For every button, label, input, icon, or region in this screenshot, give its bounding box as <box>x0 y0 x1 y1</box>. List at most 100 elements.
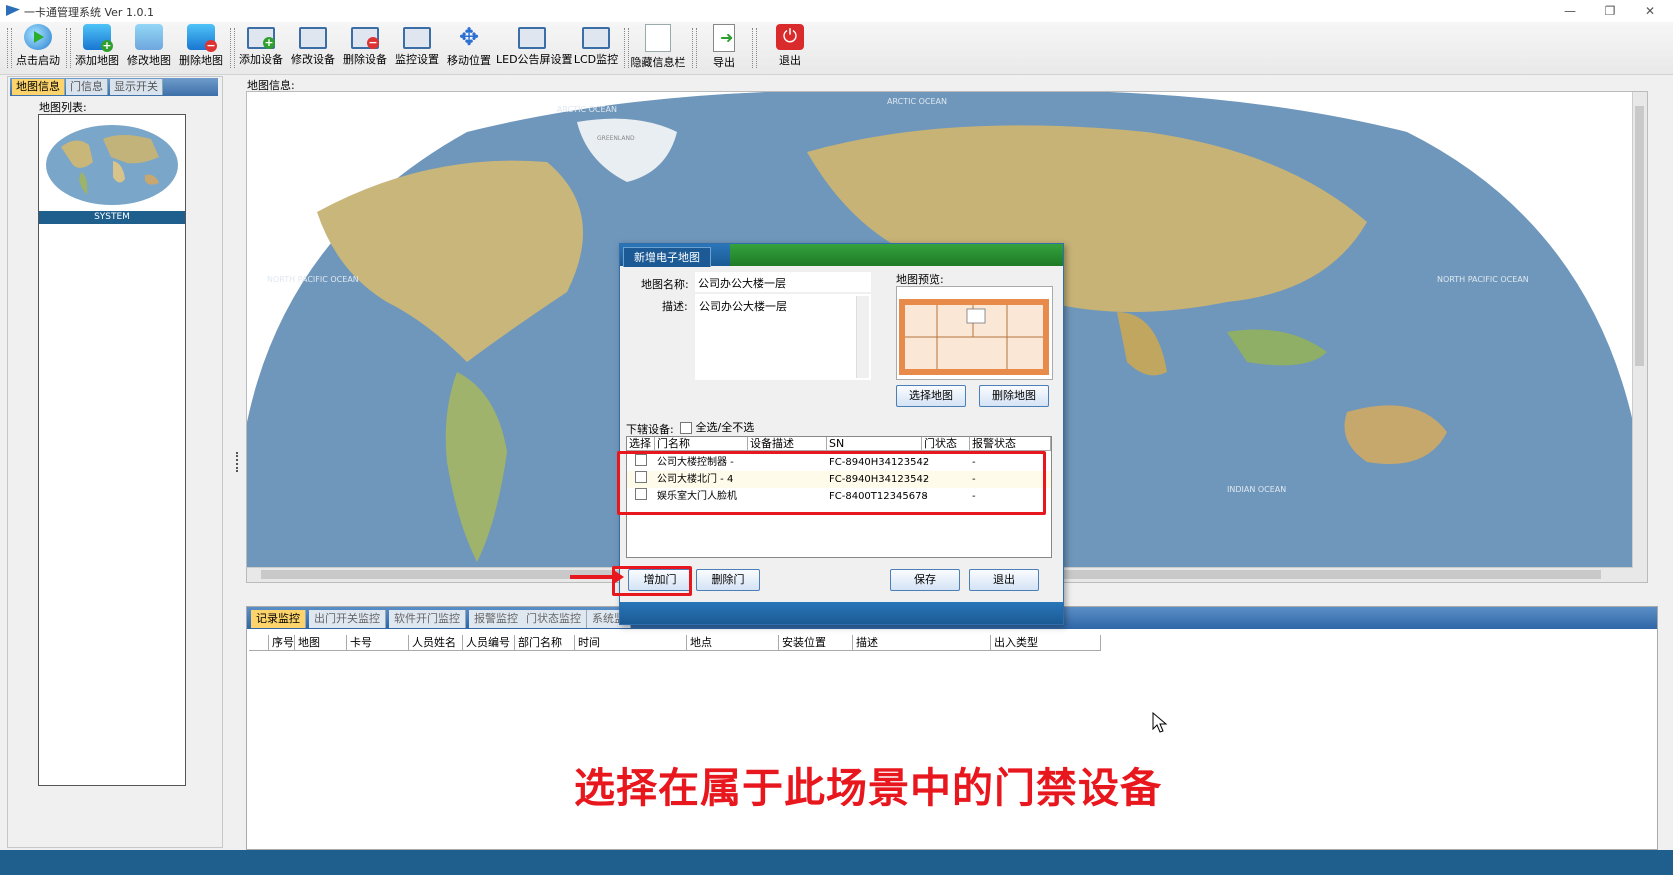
delete-map-icon: − <box>187 24 217 52</box>
monitor-settings-icon <box>403 27 431 49</box>
delete-map-button[interactable]: − 删除地图 <box>176 24 226 72</box>
grid-corner <box>249 635 269 651</box>
lcd-monitor-button[interactable]: LCD监控 <box>572 24 620 72</box>
tab-door-info[interactable]: 门信息 <box>66 79 108 95</box>
col-header[interactable]: 设备描述 <box>748 437 827 451</box>
edit-device-button[interactable]: 修改设备 <box>288 24 338 72</box>
monitor-settings-button[interactable]: 监控设置 <box>392 24 442 72</box>
ocean-label: NORTH PACIFIC OCEAN <box>1437 275 1529 284</box>
map-name-input[interactable]: 公司办公大楼一层 <box>695 272 871 292</box>
map-thumbnail-caption: SYSTEM <box>39 211 185 224</box>
video-subtitle: 选择在属于此场景中的门禁设备 <box>574 764 1162 812</box>
col-header[interactable]: 人员编号 <box>463 635 515 651</box>
select-all-checkbox[interactable] <box>680 422 692 434</box>
device-row[interactable]: 公司大楼控制器 - FC-8940H34123542 - - <box>627 454 1051 471</box>
delete-map-dialog-button[interactable]: 删除地图 <box>979 385 1049 407</box>
description-scrollbar[interactable] <box>856 296 869 378</box>
exit-app-label: 退出 <box>779 54 801 67</box>
start-label: 点击启动 <box>16 54 60 67</box>
led-screen-settings-button[interactable]: LED公告屏设置 <box>496 24 573 72</box>
restore-button[interactable]: ❐ <box>1595 2 1625 20</box>
select-map-button[interactable]: 选择地图 <box>896 385 966 407</box>
add-device-button[interactable]: + 添加设备 <box>236 24 286 72</box>
save-button[interactable]: 保存 <box>890 569 960 591</box>
ocean-label: NORTH PACIFIC OCEAN <box>267 275 359 284</box>
col-header[interactable]: SN <box>827 437 922 451</box>
add-map-button[interactable]: + 添加地图 <box>72 24 122 72</box>
hide-info-bar-button[interactable]: 隐藏信息栏 <box>630 24 686 72</box>
device-row[interactable]: 公司大楼北门 - 4 FC-8940H34123542 - - <box>627 471 1051 488</box>
pointer-arrow-icon <box>570 569 624 585</box>
lcd-monitor-label: LCD监控 <box>573 53 619 66</box>
map-thumbnail[interactable] <box>41 117 187 213</box>
col-header[interactable]: 安装位置 <box>779 635 853 651</box>
toolbar-separator <box>230 28 235 68</box>
exit-dialog-button[interactable]: 退出 <box>969 569 1039 591</box>
col-header[interactable]: 出入类型 <box>991 635 1101 651</box>
start-icon <box>24 24 52 50</box>
col-header[interactable]: 人员姓名 <box>409 635 463 651</box>
map-vertical-scrollbar[interactable] <box>1632 92 1647 582</box>
move-position-button[interactable]: ✥ 移动位置 <box>444 24 494 72</box>
dialog-footer-bar <box>620 602 1063 624</box>
led-screen-label: LED公告屏设置 <box>496 53 573 66</box>
lcd-monitor-icon <box>582 27 610 49</box>
description-textarea[interactable]: 公司办公大楼一层 <box>695 294 871 380</box>
close-button[interactable]: ✕ <box>1635 2 1665 20</box>
row-checkbox[interactable] <box>635 454 647 466</box>
col-header[interactable]: 序号 <box>269 635 295 651</box>
tab-door-status-monitor[interactable]: 门状态监控 <box>521 610 587 628</box>
dialog-title-bar: 新增电子地图 <box>620 244 1063 267</box>
col-header[interactable]: 门状态 <box>922 437 970 451</box>
alarm-status: - <box>972 457 976 468</box>
map-name-label: 地图名称: <box>641 278 689 291</box>
tab-software-open-monitor[interactable]: 软件开门监控 <box>389 610 466 628</box>
edit-map-label: 修改地图 <box>127 54 171 67</box>
edit-map-icon <box>135 24 163 50</box>
panel-splitter[interactable] <box>236 452 241 472</box>
delete-device-button[interactable]: − 删除设备 <box>340 24 390 72</box>
row-checkbox[interactable] <box>635 471 647 483</box>
tab-alarm-monitor[interactable]: 报警监控 <box>469 610 524 628</box>
ocean-label: INDIAN OCEAN <box>1227 485 1286 494</box>
door-status: - <box>924 474 928 485</box>
window-title-bar: 一卡通管理系统 Ver 1.0.1 — ❐ ✕ <box>0 0 1673 23</box>
tab-map-info[interactable]: 地图信息 <box>12 79 65 95</box>
col-header[interactable]: 选择 <box>627 437 655 451</box>
export-label: 导出 <box>713 56 735 69</box>
col-header[interactable]: 地点 <box>687 635 779 651</box>
minimize-button[interactable]: — <box>1555 2 1585 20</box>
edit-map-button[interactable]: 修改地图 <box>124 24 174 72</box>
col-header[interactable]: 部门名称 <box>515 635 575 651</box>
left-tab-strip: 地图信息 门信息 显示开关 <box>10 78 218 96</box>
tab-exit-switch-monitor[interactable]: 出门开关监控 <box>309 610 386 628</box>
power-icon: ⏻ <box>776 24 804 50</box>
tab-record-monitor[interactable]: 记录监控 <box>251 610 306 628</box>
delete-door-button[interactable]: 删除门 <box>696 569 760 591</box>
col-header[interactable]: 门名称 <box>655 437 748 451</box>
led-screen-icon <box>518 27 546 49</box>
col-header[interactable]: 报警状态 <box>970 437 1051 451</box>
device-row[interactable]: 娱乐室大门人脸机 FC-8400T12345678 - - <box>627 488 1051 505</box>
select-all-label: 全选/全不选 <box>695 421 755 434</box>
door-name: 公司大楼控制器 - <box>657 457 734 468</box>
add-door-button[interactable]: 增加门 <box>628 569 692 591</box>
map-list[interactable]: SYSTEM <box>38 114 186 786</box>
map-list-label: 地图列表: <box>39 101 87 114</box>
door-status: - <box>924 457 928 468</box>
toolbar-separator <box>624 28 629 68</box>
monitor-settings-label: 监控设置 <box>395 53 439 66</box>
col-header[interactable]: 描述 <box>853 635 991 651</box>
description-label: 描述: <box>662 300 688 313</box>
edit-device-label: 修改设备 <box>291 53 335 66</box>
exit-app-button[interactable]: ⏻ 退出 <box>770 24 810 72</box>
start-button[interactable]: 点击启动 <box>14 24 62 72</box>
col-header[interactable]: 地图 <box>295 635 347 651</box>
row-checkbox[interactable] <box>635 488 647 500</box>
select-all-checkbox-wrap[interactable]: 全选/全不选 <box>680 419 754 435</box>
col-header[interactable]: 时间 <box>575 635 687 651</box>
tab-display-switch[interactable]: 显示开关 <box>110 79 163 95</box>
export-button[interactable]: 导出 <box>704 24 744 72</box>
move-position-label: 移动位置 <box>447 54 491 67</box>
col-header[interactable]: 卡号 <box>347 635 409 651</box>
